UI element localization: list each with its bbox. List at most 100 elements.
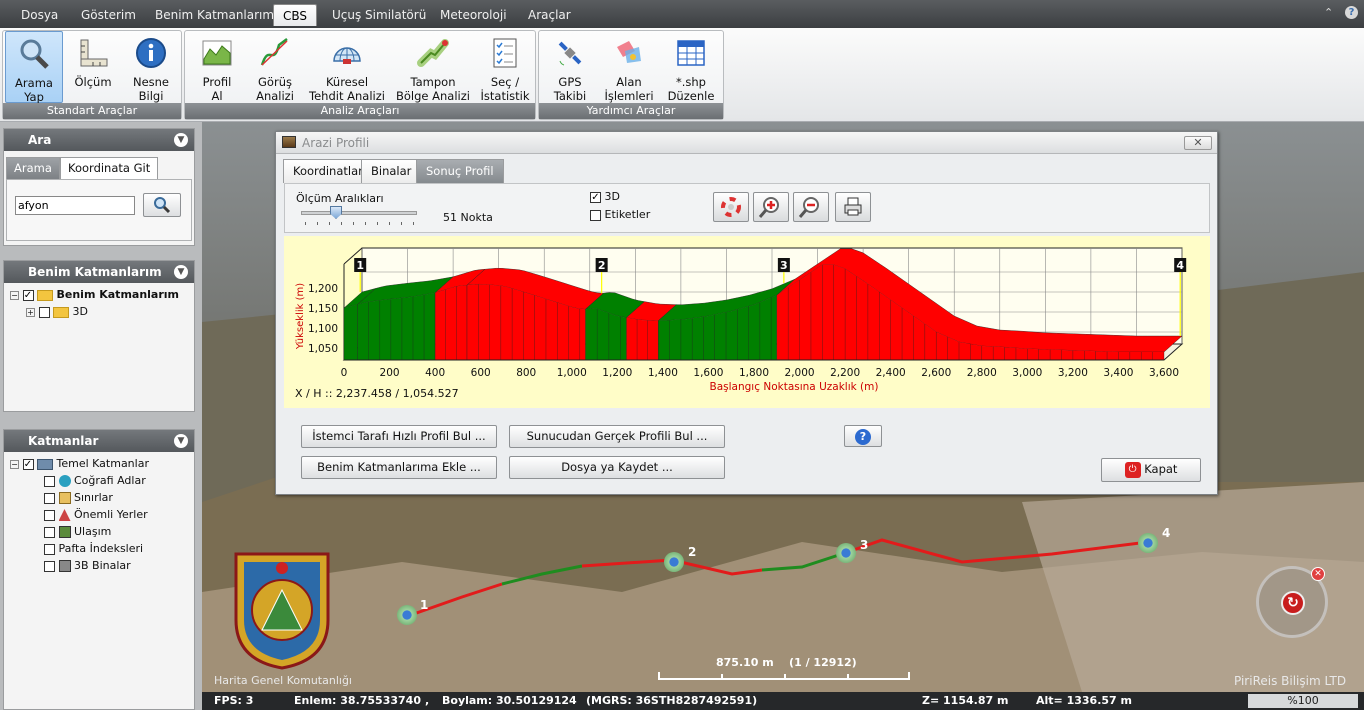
group-label: Standart Araçlar (3, 103, 181, 119)
profil-al-button[interactable]: Profil Al (191, 31, 243, 103)
sec-istatistik-button[interactable]: Seç / İstatistik (477, 31, 533, 103)
border-map-icon (58, 492, 71, 504)
close-icon[interactable]: ✕ (1184, 136, 1212, 150)
checkbox[interactable] (44, 526, 55, 538)
table-grid-icon (677, 40, 705, 66)
zoom-in-button[interactable] (753, 192, 789, 222)
zoom-out-button[interactable] (793, 192, 829, 222)
gorus-analizi-button[interactable]: Görüş Analizi (247, 31, 303, 103)
shp-duzenle-button[interactable]: *.shp Düzenle (663, 31, 719, 103)
btn-label: Tampon (410, 75, 456, 89)
tree-row-pafta-indeksleri[interactable]: Pafta İndeksleri (44, 540, 143, 557)
zoom-in-icon (758, 197, 779, 218)
print-button[interactable] (835, 192, 871, 222)
tree-row-temel-katmanlar[interactable]: − Temel Katmanlar (10, 455, 149, 472)
client-profile-button[interactable]: İstemci Tarafı Hızlı Profil Bul ... (301, 425, 497, 448)
reset-view-button[interactable] (713, 192, 749, 222)
server-profile-button[interactable]: Sunucudan Gerçek Profili Bul ... (509, 425, 725, 448)
save-to-file-button[interactable]: Dosya ya Kaydet ... (509, 456, 725, 479)
slider-tick (341, 222, 342, 225)
collapse-chevron-icon[interactable]: ▼ (174, 434, 188, 448)
search-button[interactable] (143, 193, 181, 217)
fps-readout: FPS: 3 (214, 694, 254, 707)
checkbox[interactable] (44, 560, 55, 572)
alan-islemleri-button[interactable]: Alan İşlemleri (601, 31, 657, 103)
menu-gosterim[interactable]: Gösterim (72, 4, 145, 26)
tab-koordinatlar[interactable]: Koordinatlar (283, 159, 373, 183)
tab-arama[interactable]: Arama (6, 157, 60, 179)
measure-interval-slider[interactable] (301, 206, 417, 219)
tree-collapse-icon[interactable]: − (10, 290, 19, 300)
menu-dosya[interactable]: Dosya (12, 4, 67, 26)
route-marker-1[interactable] (397, 605, 417, 625)
tree-row-ulasim[interactable]: Ulaşım (44, 523, 111, 540)
piri-reis-watermark: PiriReis Bilişim LTD (1234, 674, 1347, 688)
help-button[interactable]: ? (844, 425, 882, 447)
kuresel-tehdit-analizi-button[interactable]: Küresel Tehdit Analizi (309, 31, 385, 103)
checkbox[interactable] (22, 458, 34, 470)
menu-meteoroloji[interactable]: Meteoroloji (431, 4, 516, 26)
menu-ucus-simulatoru[interactable]: Uçuş Similatörü (323, 4, 435, 26)
checkbox[interactable] (38, 306, 50, 318)
tree-row-3d[interactable]: + 3D (26, 303, 88, 320)
my-layers-panel: Benim Katmanlarım ▼ − Benim Katmanlarım +… (3, 260, 195, 412)
layers-stack-icon (37, 458, 53, 470)
y-tick-label: 1,150 (308, 303, 338, 315)
route-marker-2[interactable] (664, 552, 684, 572)
north-reset-icon[interactable]: ✕ (1311, 567, 1325, 581)
tab-binalar[interactable]: Binalar (361, 159, 422, 183)
layers-panel-header[interactable]: Katmanlar ▼ (4, 430, 194, 452)
tree-row-3b-binalar[interactable]: 3B Binalar (44, 557, 131, 574)
rotate-icon[interactable]: ↻ (1281, 591, 1305, 615)
profile-chart[interactable]: 1 2 3 4 0 200 400 600 800 1,000 1,200 1,400 1,600 1,8… (284, 236, 1210, 408)
menu-araclar[interactable]: Araçlar (519, 4, 580, 26)
tree-row-cografi-adlar[interactable]: Coğrafi Adlar (44, 472, 146, 489)
close-button[interactable]: ⏻ Kapat (1101, 458, 1201, 482)
tampon-bolge-analizi-button[interactable]: Tampon Bölge Analizi (395, 31, 471, 103)
check-etiketler[interactable]: Etiketler (590, 208, 650, 221)
x-tick-label: 200 (380, 367, 400, 379)
menu-benim-katmanlarim[interactable]: Benim Katmanlarım (146, 4, 283, 26)
add-to-my-layers-button[interactable]: Benim Katmanlarıma Ekle ... (301, 456, 497, 479)
gps-takibi-button[interactable]: GPS Takibi (543, 31, 597, 103)
tree-row-benim-katmanlarim[interactable]: − Benim Katmanlarım (10, 286, 179, 303)
navigation-compass[interactable]: ↻ ✕ (1256, 566, 1328, 638)
arama-yap-button[interactable]: Arama Yap (5, 31, 63, 104)
route-marker-3[interactable] (836, 543, 856, 563)
search-panel-header[interactable]: Ara ▼ (4, 129, 194, 151)
tree-row-sinirlar[interactable]: Sınırlar (44, 489, 113, 506)
checkbox[interactable] (44, 509, 55, 521)
btn-label: Görüş (258, 75, 292, 89)
checkbox[interactable] (22, 289, 34, 301)
tab-sonuc-profil[interactable]: Sonuç Profil (416, 159, 504, 183)
route-marker-label: 3 (860, 538, 869, 552)
x-tick-label: 1,600 (693, 367, 723, 379)
profile-marker-label: 1 (356, 259, 364, 272)
checkbox[interactable] (44, 492, 55, 504)
nesne-bilgi-button[interactable]: Nesne Bilgi (123, 31, 179, 103)
group-label: Yardımcı Araçlar (539, 103, 723, 119)
group-analiz-araclari: Profil Al Görüş Analizi Küresel Tehdit Anal… (184, 30, 536, 120)
olcum-button[interactable]: Ölçüm (67, 31, 119, 103)
route-marker-4[interactable] (1138, 533, 1158, 553)
checkbox[interactable] (44, 475, 55, 487)
my-layers-panel-header[interactable]: Benim Katmanlarım ▼ (4, 261, 194, 283)
collapse-chevron-icon[interactable]: ▼ (174, 265, 188, 279)
check-3d[interactable]: 3D (590, 190, 620, 203)
tab-koordinata-git[interactable]: Koordinata Git (60, 157, 159, 179)
collapse-ribbon-icon[interactable]: ⌃ (1324, 6, 1333, 19)
tree-expand-icon[interactable]: + (26, 307, 35, 317)
help-icon[interactable]: ? (1345, 6, 1358, 19)
dome-icon (333, 47, 361, 64)
slider-thumb[interactable] (330, 206, 342, 219)
checkbox[interactable] (44, 543, 55, 555)
collapse-chevron-icon[interactable]: ▼ (174, 133, 188, 147)
btn-label: Arama (15, 76, 53, 90)
menu-cbs[interactable]: CBS (273, 4, 318, 26)
search-input[interactable] (15, 196, 135, 215)
tree-collapse-icon[interactable]: − (10, 459, 19, 469)
checkbox[interactable] (590, 209, 601, 221)
tree-row-onemli-yerler[interactable]: Önemli Yerler (44, 506, 148, 523)
dialog-titlebar[interactable]: Arazi Profili ✕ (276, 132, 1217, 154)
checkbox[interactable] (590, 191, 601, 203)
